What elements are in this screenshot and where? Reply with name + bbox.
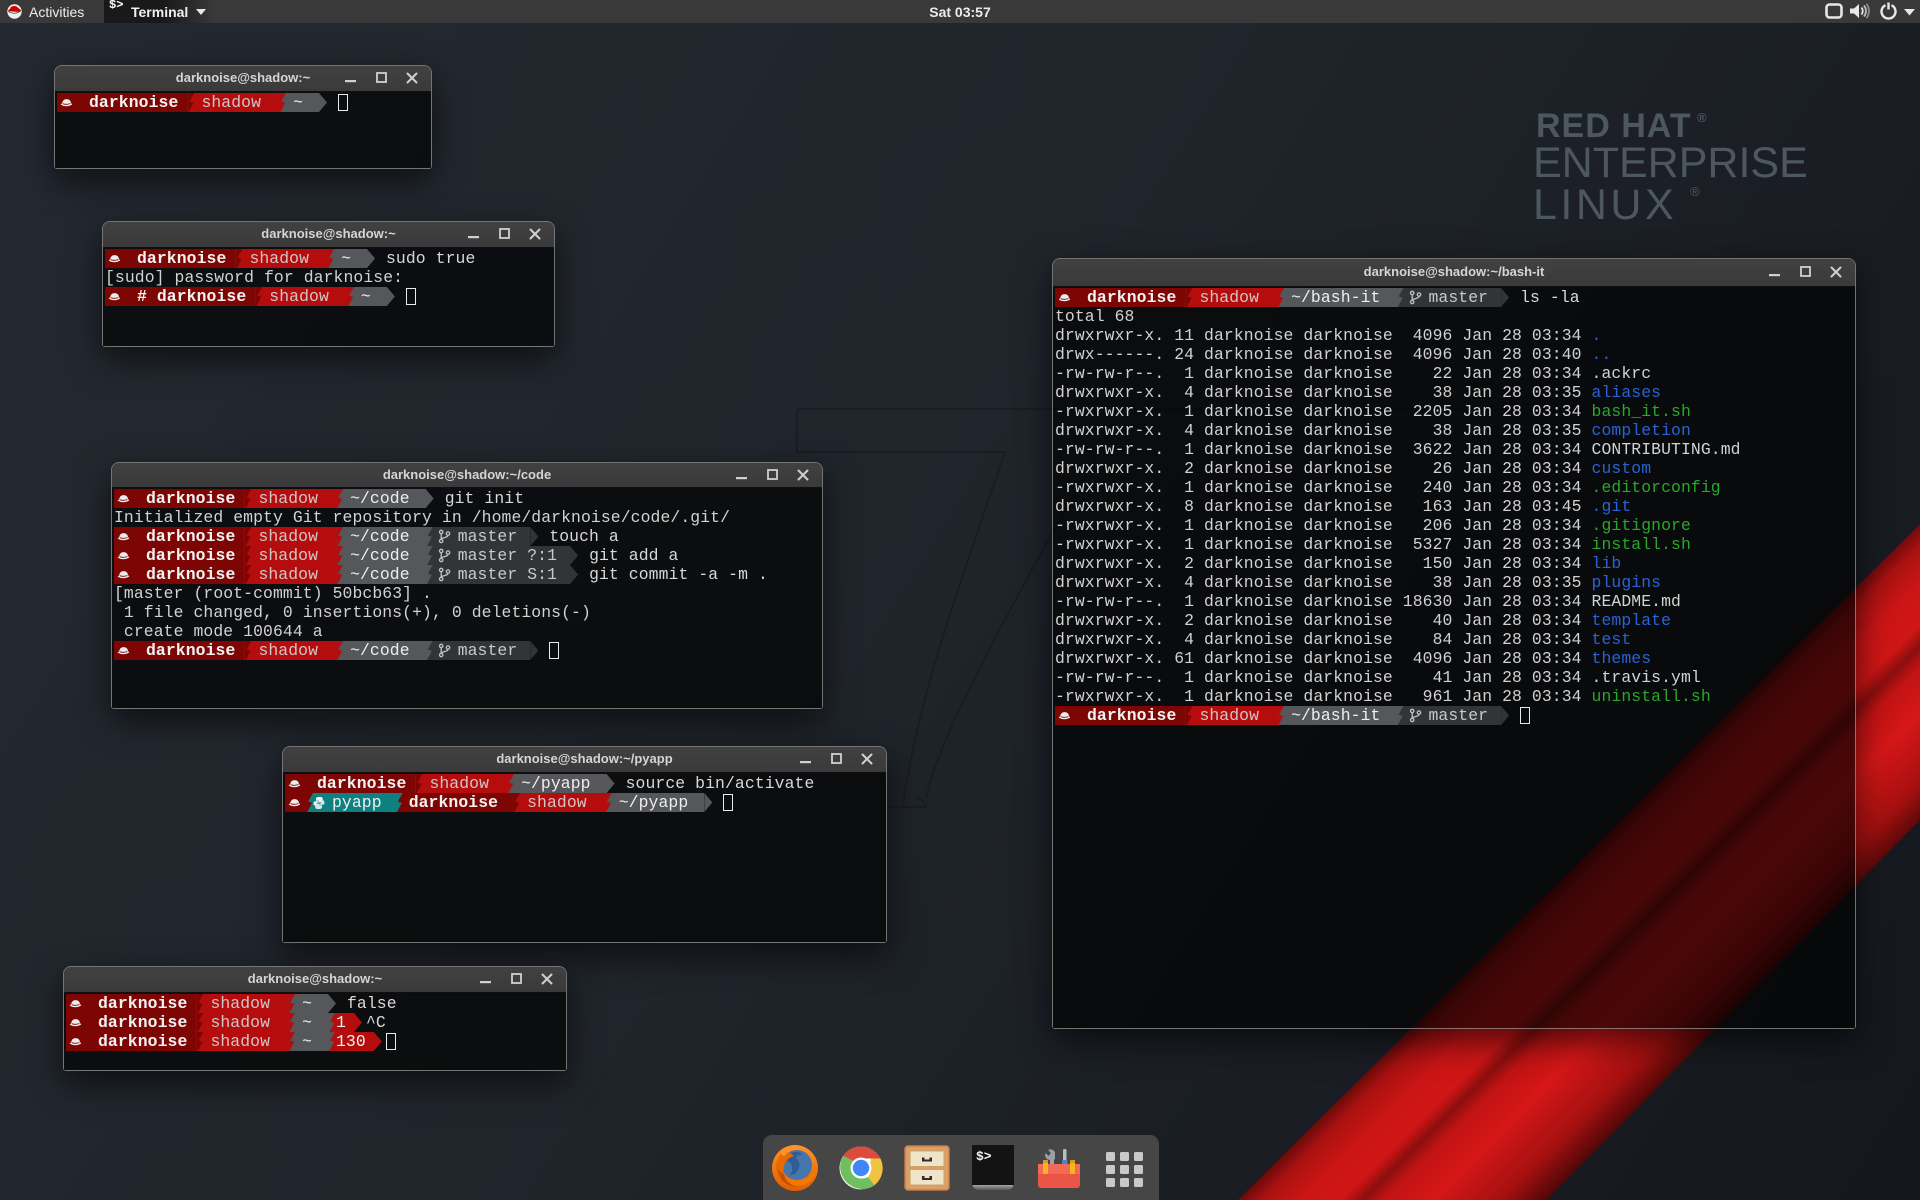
svg-text:®: ®	[1697, 110, 1707, 125]
svg-text:LINUX: LINUX	[1533, 181, 1677, 229]
svg-text:$>: $>	[976, 1149, 992, 1164]
svg-text:®: ®	[1690, 184, 1700, 199]
svg-text:ENTERPRISE: ENTERPRISE	[1533, 139, 1808, 187]
